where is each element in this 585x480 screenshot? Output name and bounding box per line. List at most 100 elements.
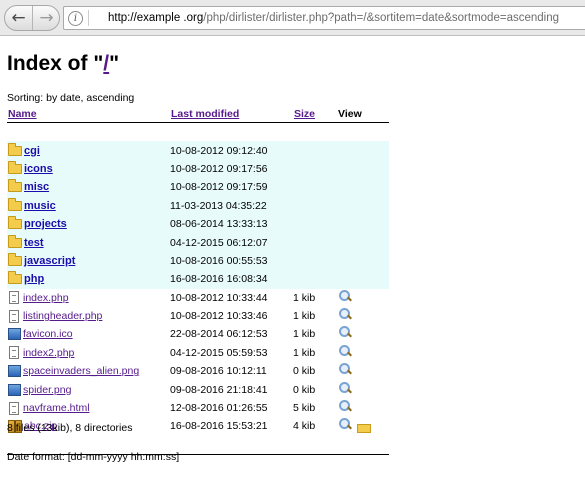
name-cell: spaceinvaders_alien.png (7, 362, 170, 380)
view-cell (337, 417, 389, 435)
address-bar[interactable]: i http://example .org/php/dirlister/dirl… (63, 6, 585, 30)
magnifier-icon[interactable] (338, 289, 351, 303)
file-link[interactable]: index2.php (23, 347, 74, 359)
size-cell: 1 kib (293, 328, 316, 341)
file-row[interactable]: navframe.html 12-08-2016 01:26:55 5 kib (7, 399, 389, 417)
directory-row[interactable]: javascript 10-08-2016 00:55:53 (7, 251, 389, 271)
name-wrapper: music (7, 197, 170, 212)
name-cell: index2.php (7, 344, 170, 362)
directory-link[interactable]: php (24, 273, 44, 285)
magnifier-icon[interactable] (338, 308, 351, 321)
directory-link[interactable]: cgi (24, 145, 40, 157)
file-icon (9, 291, 19, 305)
header-row: Name Last modified Size View (7, 106, 389, 123)
file-row[interactable]: listingheader.php 10-08-2012 10:33:46 1 ki… (7, 307, 389, 325)
size-cell (293, 251, 337, 271)
modified-cell: 16-08-2016 16:08:34 (170, 270, 293, 289)
directory-link[interactable]: misc (24, 181, 49, 193)
sort-by-date-link[interactable]: Last modified (171, 108, 239, 120)
magnifier-icon[interactable] (338, 326, 351, 339)
name-wrapper: misc (7, 179, 170, 193)
sort-by-name-link[interactable]: Name (8, 108, 37, 120)
open-folder-icon[interactable] (357, 424, 371, 434)
modified-column-header[interactable]: Last modified (170, 106, 293, 123)
header-divider (7, 122, 389, 142)
modified-cell: 04-12-2015 06:12:07 (170, 233, 293, 252)
info-icon[interactable]: i (68, 11, 83, 26)
file-link[interactable]: spaceinvaders_alien.png (23, 365, 139, 377)
file-icon (9, 309, 19, 323)
directory-link[interactable]: test (24, 237, 44, 249)
modified-cell: 12-08-2016 01:26:55 (170, 402, 268, 415)
file-link[interactable]: listingheader.php (23, 310, 102, 322)
forward-button[interactable]: → (33, 6, 60, 30)
directory-link[interactable]: projects (24, 218, 67, 230)
file-row[interactable]: index2.php 04-12-2015 05:59:53 1 kib (7, 344, 389, 362)
magnifier-icon[interactable] (338, 344, 351, 358)
sorting-info: Sorting: by date, ascending (7, 92, 135, 104)
file-link[interactable]: spider.png (23, 384, 71, 396)
magnifier-icon[interactable] (338, 363, 351, 376)
directory-link[interactable]: music (24, 200, 56, 212)
modified-cell: 11-03-2013 04:35:22 (170, 196, 293, 215)
size-cell: 1 kib (293, 310, 316, 323)
size-cell (293, 270, 337, 289)
file-row[interactable]: favicon.ico 22-08-2014 06:12:53 1 kib (7, 325, 389, 343)
directory-row[interactable]: test 04-12-2015 06:12:07 (7, 233, 389, 252)
file-row[interactable]: index.php 10-08-2012 10:33:44 1 kib (7, 289, 389, 307)
size-cell: 1 kib (293, 346, 316, 359)
url-host: http://example .org (108, 12, 204, 24)
url-path: /php/dirlister/dirlister.php?path=/&sort… (203, 12, 559, 24)
magnifier-icon[interactable] (338, 381, 351, 395)
file-link[interactable]: favicon.ico (23, 328, 73, 340)
directory-row[interactable]: projects 08-06-2014 13:33:13 (7, 214, 389, 234)
view-cell (337, 325, 389, 343)
folder-icon (8, 252, 22, 266)
name-cell: cgi (7, 141, 170, 160)
file-icon (9, 346, 19, 360)
title-prefix: Index of " (7, 52, 104, 75)
name-cell: index.php (7, 289, 170, 307)
directory-row[interactable]: icons 10-08-2012 09:17:56 (7, 159, 389, 179)
name-wrapper: icons (7, 160, 170, 175)
file-link[interactable]: index.php (23, 292, 69, 304)
folder-icon (8, 216, 22, 230)
magnifier-icon[interactable] (338, 418, 351, 431)
directory-link[interactable]: icons (24, 163, 53, 175)
file-row[interactable]: spider.png 09-08-2016 21:18:41 0 kib (7, 380, 389, 398)
name-cell: misc (7, 178, 170, 197)
modified-cell: 09-08-2016 21:18:41 (170, 383, 268, 396)
url-separator (88, 10, 89, 26)
modified-cell: 10-08-2016 00:55:53 (170, 251, 293, 271)
name-wrapper: navframe.html (7, 401, 170, 415)
directory-row[interactable]: cgi 10-08-2012 09:12:40 (7, 141, 389, 160)
file-row[interactable]: spaceinvaders_alien.png 09-08-2016 10:12:… (7, 362, 389, 380)
view-cell (337, 270, 389, 289)
modified-cell: 16-08-2016 15:53:21 (170, 420, 268, 433)
name-wrapper: spider.png (7, 383, 170, 396)
view-cell (337, 159, 389, 179)
name-wrapper: projects (7, 216, 170, 230)
size-column-header[interactable]: Size (293, 106, 337, 123)
name-cell: favicon.ico (7, 325, 170, 343)
nav-button-group: ← → (4, 5, 60, 31)
directory-link[interactable]: javascript (24, 255, 75, 267)
modified-cell: 10-08-2012 09:12:40 (170, 141, 293, 160)
view-cell (337, 251, 389, 271)
modified-cell: 10-08-2012 10:33:46 (170, 310, 268, 323)
name-wrapper: test (7, 234, 170, 249)
magnifier-icon[interactable] (338, 400, 351, 413)
directory-row[interactable]: php 16-08-2016 16:08:34 (7, 270, 389, 289)
title-suffix: " (109, 52, 120, 75)
directory-row[interactable]: misc 10-08-2012 09:17:59 (7, 178, 389, 197)
folder-icon (8, 142, 22, 156)
arrow-left-icon: ← (11, 8, 26, 28)
folder-icon (8, 160, 22, 174)
name-column-header[interactable]: Name (7, 106, 170, 123)
sort-by-size-link[interactable]: Size (294, 108, 315, 120)
url-text[interactable]: http://example .org/php/dirlister/dirlis… (108, 7, 559, 29)
directory-row[interactable]: music 11-03-2013 04:35:22 (7, 196, 389, 215)
back-button[interactable]: ← (5, 6, 33, 30)
name-cell: test (7, 233, 170, 252)
file-link[interactable]: navframe.html (23, 402, 90, 414)
